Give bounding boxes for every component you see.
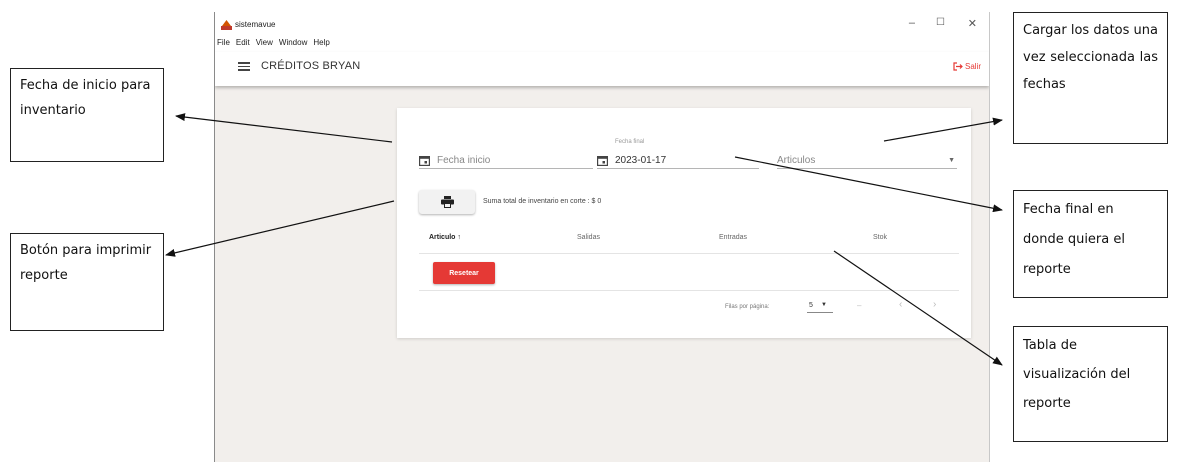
arrow-load-data [883, 117, 1003, 142]
arrow-print [165, 200, 395, 257]
arrow-end-date [734, 156, 1003, 213]
annotation-arrows [165, 113, 1003, 366]
arrow-table [833, 250, 1003, 366]
arrow-start-date [175, 113, 393, 143]
